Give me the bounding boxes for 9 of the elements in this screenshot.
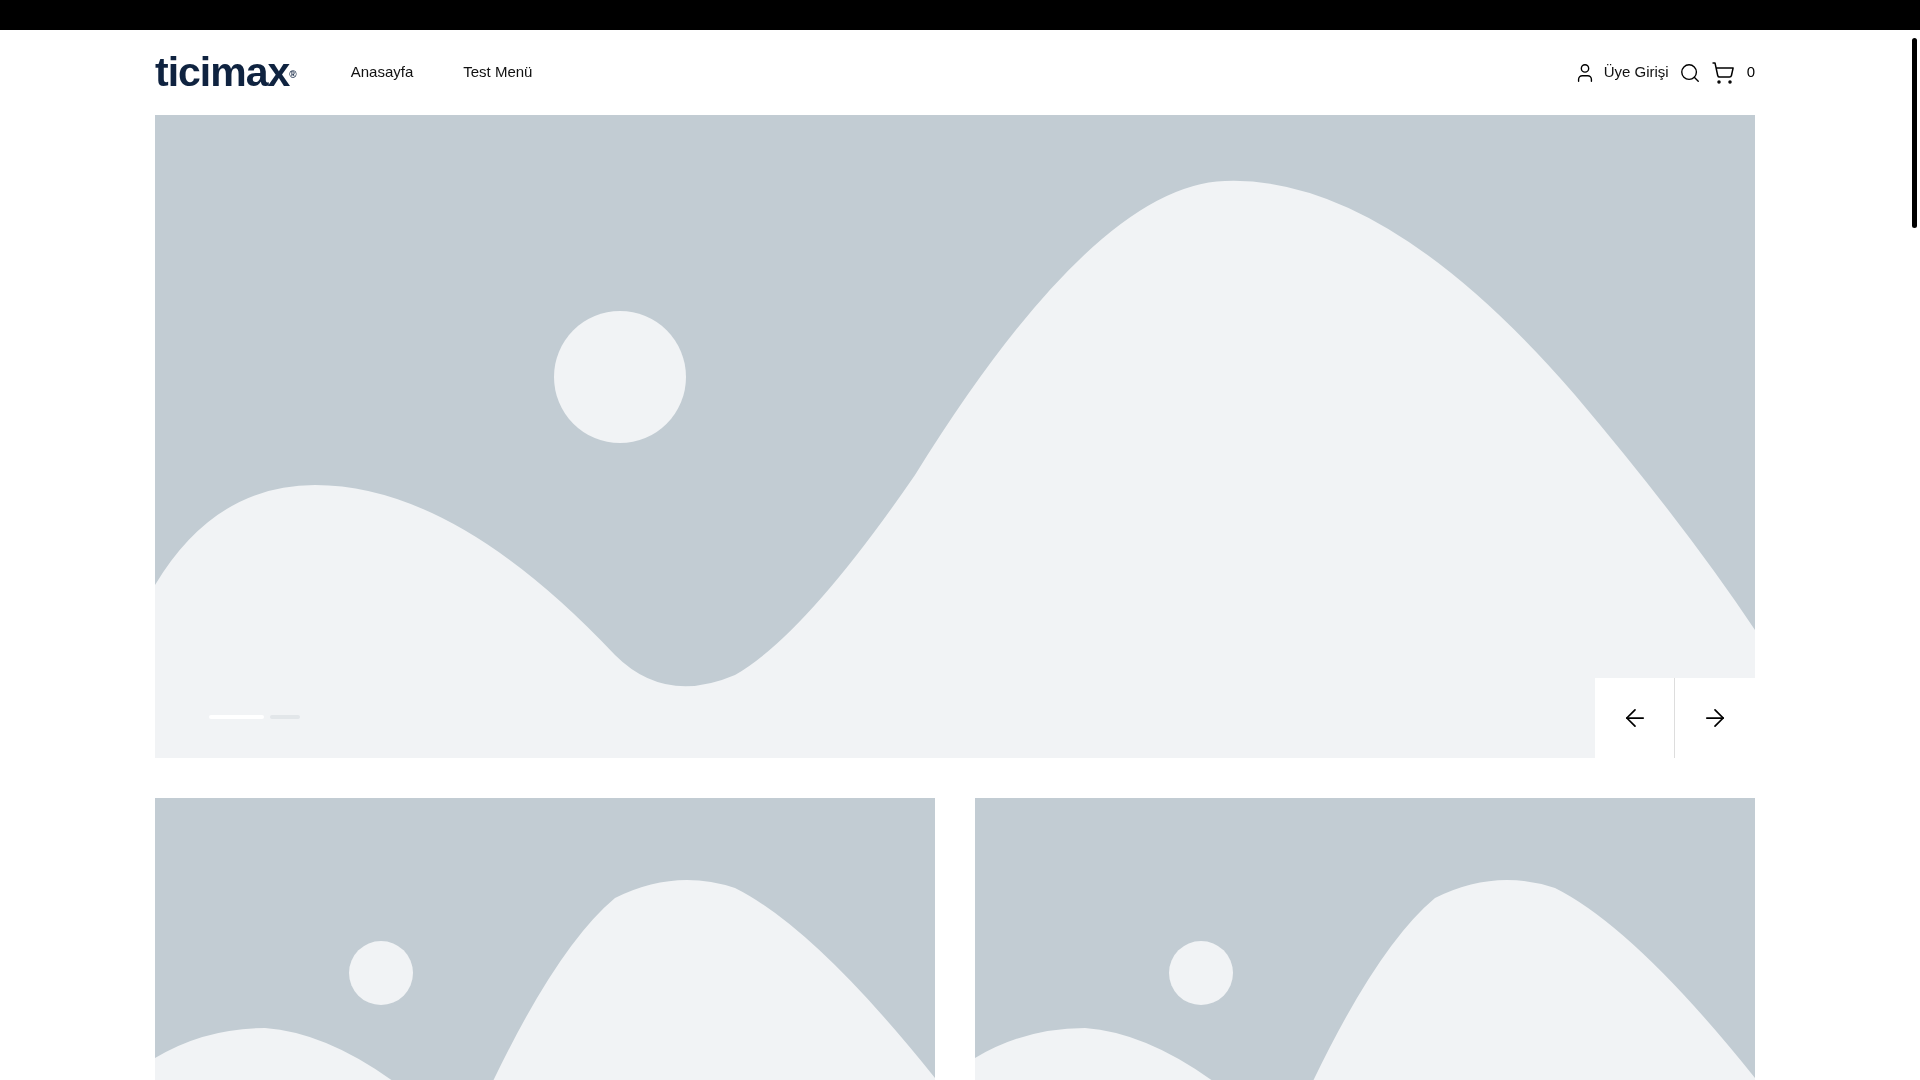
login-link[interactable]: Üye Girişi (1603, 61, 1669, 84)
previous-button[interactable] (1595, 678, 1675, 758)
search-icon[interactable] (1678, 61, 1701, 84)
logo[interactable]: ticimax® (155, 52, 296, 93)
cart-icon[interactable] (1710, 60, 1735, 85)
cart-count: 0 (1746, 62, 1755, 83)
scrollbar-thumb[interactable] (1912, 38, 1917, 228)
nav-link[interactable]: Test Menü (463, 61, 533, 84)
nav-link[interactable]: Anasayfa (350, 61, 414, 84)
